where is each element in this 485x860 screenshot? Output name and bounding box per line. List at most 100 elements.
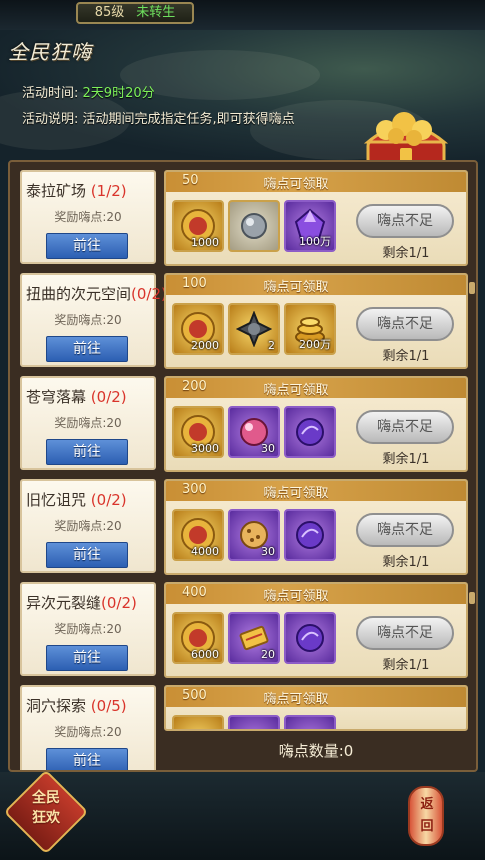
task-card: 泰拉矿场 (1/2) 奖励嗨点:20 前往	[20, 170, 156, 264]
reward-header: 50 嗨点可领取	[166, 172, 466, 192]
reward-item-icon[interactable]	[284, 715, 336, 729]
reward-header: 100 嗨点可领取	[166, 275, 466, 295]
reward-card: 500 嗨点可领取	[164, 685, 468, 731]
reward-threshold: 50	[182, 173, 199, 188]
silver-orb-icon[interactable]	[228, 200, 280, 252]
task-reward-points: 奖励嗨点:20	[54, 725, 122, 739]
item-quantity: 2	[268, 339, 275, 352]
task-title: 泰拉矿场 (1/2)	[26, 182, 127, 200]
purple-gem-icon[interactable]	[284, 406, 336, 458]
item-quantity: 2000	[191, 339, 219, 352]
cookie-icon[interactable]: 30	[228, 509, 280, 561]
reward-status: 嗨点可领取	[263, 692, 329, 707]
event-title: 全民狂嗨	[8, 40, 92, 64]
status-strip: 85级 未转生	[0, 0, 485, 30]
reward-status: 嗨点可领取	[263, 280, 329, 295]
gold-coin-icon[interactable]: 6000	[172, 612, 224, 664]
go-button[interactable]: 前往	[46, 748, 128, 770]
task-card: 洞穴探索 (0/5) 奖励嗨点:20 前往	[20, 685, 156, 770]
event-banner: 全民狂嗨 活动时间: 2天9时20分 活动说明: 活动期间完成指定任务,即可获得…	[0, 30, 485, 160]
remaining-count: 剩余1/1	[382, 452, 430, 467]
claim-button[interactable]: 嗨点不足	[356, 307, 454, 341]
pink-orb-icon[interactable]: 30	[228, 406, 280, 458]
item-quantity: 30	[261, 442, 275, 455]
scroll-indicator	[469, 282, 475, 294]
go-button[interactable]: 前往	[46, 336, 128, 362]
reward-status: 嗨点可领取	[263, 589, 329, 604]
item-quantity: 30	[261, 545, 275, 558]
go-button[interactable]: 前往	[46, 542, 128, 568]
reward-threshold: 100	[182, 276, 207, 291]
gold-coin-icon[interactable]: 4000	[172, 509, 224, 561]
reward-status: 嗨点可领取	[263, 383, 329, 398]
task-card: 异次元裂缝(0/2) 奖励嗨点:20 前往	[20, 582, 156, 676]
reward-item-icon[interactable]	[228, 715, 280, 729]
task-title: 扭曲的次元空间(0/2)	[26, 285, 167, 303]
item-quantity: 1000	[191, 236, 219, 249]
task-title: 苍穹落幕 (0/2)	[26, 388, 127, 406]
claim-button[interactable]: 嗨点不足	[356, 616, 454, 650]
reward-card: 200 嗨点可领取 3000 30 嗨点不足 剩余1/1	[164, 376, 468, 472]
activity-desc-row: 活动说明: 活动期间完成指定任务,即可获得嗨点	[22, 108, 295, 127]
activity-desc-value: 活动期间完成指定任务,即可获得嗨点	[82, 112, 295, 127]
item-quantity: 100万	[299, 235, 331, 248]
item-quantity: 3000	[191, 442, 219, 455]
item-quantity: 6000	[191, 648, 219, 661]
reward-card: 400 嗨点可领取 6000 20 嗨点不足 剩余1/1	[164, 582, 468, 678]
spiked-orb-icon[interactable]: 2	[228, 303, 280, 355]
reward-threshold: 200	[182, 379, 207, 394]
activity-time-row: 活动时间: 2天9时20分	[22, 82, 155, 101]
claim-button[interactable]: 嗨点不足	[356, 204, 454, 238]
item-quantity: 200万	[299, 338, 331, 351]
player-level-badge: 85级 未转生	[76, 2, 194, 24]
remaining-count: 剩余1/1	[382, 658, 430, 673]
back-label[interactable]: 返 回	[418, 794, 436, 838]
item-quantity: 20	[261, 648, 275, 661]
purple-crystal-icon[interactable]: 100万	[284, 200, 336, 252]
scroll-indicator	[469, 592, 475, 604]
gold-coin-icon[interactable]	[172, 715, 224, 729]
purple-gem-icon[interactable]	[284, 509, 336, 561]
task-card: 苍穹落幕 (0/2) 奖励嗨点:20 前往	[20, 376, 156, 470]
reward-threshold: 300	[182, 482, 207, 497]
activity-time-label: 活动时间:	[22, 86, 79, 101]
kuanghuan-label[interactable]: 全民 狂欢	[16, 788, 76, 828]
activity-time-value: 2天9时20分	[82, 86, 155, 101]
reward-status: 嗨点可领取	[263, 177, 329, 192]
reward-header: 500 嗨点可领取	[166, 687, 466, 707]
task-reward-points: 奖励嗨点:20	[54, 622, 122, 636]
bottom-bar: 全民 狂欢 返 回	[0, 769, 485, 860]
reward-card: 50 嗨点可领取 1000 100万 嗨点不足 剩余1/1	[164, 170, 468, 266]
points-total: 嗨点数量:0	[164, 734, 468, 768]
rebirth-status: 未转生	[136, 5, 176, 20]
task-title: 异次元裂缝(0/2)	[26, 594, 137, 612]
gold-ticket-icon[interactable]: 20	[228, 612, 280, 664]
gold-coin-icon[interactable]: 2000	[172, 303, 224, 355]
go-button[interactable]: 前往	[46, 645, 128, 671]
task-reward-points: 奖励嗨点:20	[54, 519, 122, 533]
gold-stack-icon[interactable]: 200万	[284, 303, 336, 355]
task-card: 扭曲的次元空间(0/2) 奖励嗨点:20 前往	[20, 273, 167, 367]
task-title: 旧忆诅咒 (0/2)	[26, 491, 127, 509]
task-reward-points: 奖励嗨点:20	[54, 210, 122, 224]
reward-threshold: 500	[182, 688, 207, 703]
task-card: 旧忆诅咒 (0/2) 奖励嗨点:20 前往	[20, 479, 156, 573]
treasure-chest-icon	[363, 112, 449, 160]
go-button[interactable]: 前往	[46, 233, 128, 259]
reward-threshold: 400	[182, 585, 207, 600]
reward-header: 200 嗨点可领取	[166, 378, 466, 398]
go-button[interactable]: 前往	[46, 439, 128, 465]
remaining-count: 剩余1/1	[382, 555, 430, 570]
task-reward-panel: 泰拉矿场 (1/2) 奖励嗨点:20 前往 扭曲的次元空间(0/2) 奖励嗨点:…	[8, 160, 478, 772]
reward-header: 300 嗨点可领取	[166, 481, 466, 501]
reward-header: 400 嗨点可领取	[166, 584, 466, 604]
gold-coin-icon[interactable]: 1000	[172, 200, 224, 252]
claim-button[interactable]: 嗨点不足	[356, 513, 454, 547]
task-reward-points: 奖励嗨点:20	[54, 416, 122, 430]
claim-button[interactable]: 嗨点不足	[356, 410, 454, 444]
gold-coin-icon[interactable]: 3000	[172, 406, 224, 458]
activity-desc-label: 活动说明:	[22, 112, 79, 127]
purple-gem-icon[interactable]	[284, 612, 336, 664]
reward-card: 100 嗨点可领取 2000 2 200万 嗨点不足 剩余1/1	[164, 273, 468, 369]
remaining-count: 剩余1/1	[382, 246, 430, 261]
